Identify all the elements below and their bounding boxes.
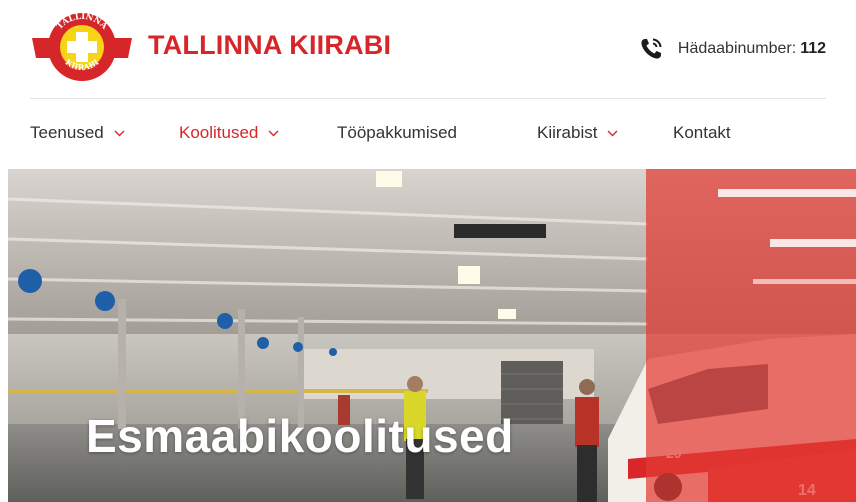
site-header: TALLINNA KIIRABI TALLINNA KIIRABI Hädaab… [0,0,856,98]
nav-item-label: Koolitused [179,123,259,142]
emergency-number[interactable]: Hädaabinumber: 112 [638,36,826,62]
chevron-down-icon [607,130,618,136]
brand-name[interactable]: TALLINNA KIIRABI [148,30,391,61]
nav-item-kontakt[interactable]: Kontakt [673,123,731,143]
chevron-down-icon [268,130,279,136]
logo-emblem: TALLINNA KIIRABI [32,12,132,81]
nav-item-label: Kiirabist [537,123,598,142]
nav-item-kiirabist[interactable]: Kiirabist [537,123,618,143]
emergency-number-value: 112 [800,40,826,57]
nav-item-label: Kontakt [673,123,731,142]
nav-item-label: Tööpakkumised [337,123,458,142]
nav-item-teenused[interactable]: Teenused [30,123,125,143]
main-nav: Teenused Koolitused Tööpakkumised Kiirab… [0,99,856,169]
emergency-label: Hädaabinumber: [677,40,797,57]
hero-title: Esmaabikoolitused [86,410,514,462]
chevron-down-icon [114,130,125,136]
nav-item-koolitused[interactable]: Koolitused [179,123,279,143]
phone-icon [641,38,662,59]
tallinna-kiirabi-logo[interactable]: TALLINNA KIIRABI [30,8,134,86]
nav-item-toopakkumised[interactable]: Tööpakkumised [337,123,457,143]
nav-item-label: Teenused [30,123,104,142]
